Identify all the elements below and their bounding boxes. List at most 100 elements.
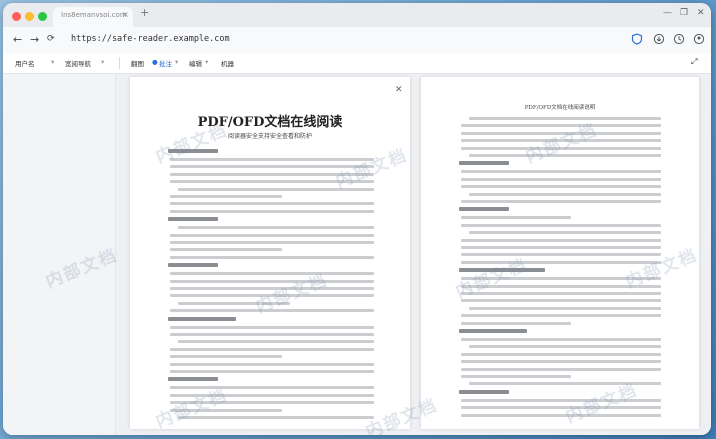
document-page-1: ✕ PDF/OFD文档在线阅读 阅读器安全支持安全查看和防护: [130, 77, 410, 429]
user-dropdown-icon[interactable]: ▾: [51, 58, 54, 66]
text-line: [170, 158, 374, 161]
text-line: [178, 416, 374, 419]
text-line: [461, 253, 661, 257]
text-line: [170, 287, 374, 290]
close-window-button[interactable]: [12, 12, 21, 21]
text-line: [461, 299, 661, 303]
fullscreen-icon[interactable]: ⤢: [691, 57, 697, 67]
text-line: [170, 195, 283, 198]
forward-button[interactable]: →: [30, 33, 39, 46]
text-line: [170, 408, 283, 412]
maximize-window-button[interactable]: [38, 12, 47, 21]
text-line: [170, 272, 374, 276]
text-line: [461, 223, 661, 227]
text-line: [461, 131, 661, 135]
close-icon[interactable]: ✕: [395, 85, 403, 95]
chevron-down-icon[interactable]: ▾: [101, 58, 104, 66]
text-line: [461, 246, 661, 249]
text-line: [461, 321, 571, 325]
text-line: [469, 117, 661, 120]
thumbnail-sidebar[interactable]: [3, 74, 116, 435]
text-line: [170, 241, 374, 244]
text-line: [170, 180, 374, 184]
text-line: [170, 362, 374, 366]
text-line: [459, 161, 509, 166]
text-line: [168, 217, 218, 222]
text-line: [170, 172, 374, 176]
document-title: PDF/OFD文档在线阅读: [197, 115, 343, 130]
tab-bar: Ins8emanvsoi.com × + — ❐ ✕: [3, 3, 711, 27]
document-subtitle: 阅读器安全支持安全查看和防护: [227, 133, 312, 140]
text-line: [168, 316, 236, 321]
text-line: [178, 340, 374, 344]
new-tab-button[interactable]: +: [140, 6, 149, 19]
text-line: [461, 238, 661, 242]
url-field[interactable]: https://safe-reader.example.com: [71, 34, 230, 44]
text-line: [461, 314, 661, 318]
text-line: [459, 207, 509, 212]
document-select[interactable]: 宽阅导航: [65, 58, 91, 68]
restore-icon[interactable]: ❐: [680, 8, 688, 18]
history-icon[interactable]: [673, 33, 685, 45]
text-line: [461, 139, 661, 143]
text-line: [461, 292, 661, 295]
text-line: [170, 393, 374, 397]
back-button[interactable]: ←: [13, 33, 22, 46]
tab-close-icon[interactable]: ×: [122, 10, 129, 19]
reload-button[interactable]: ⟳: [47, 34, 55, 44]
text-line: [461, 413, 661, 417]
text-line: [469, 154, 661, 157]
text-line: [461, 367, 661, 371]
text-line: [469, 382, 661, 386]
text-line: [178, 301, 291, 305]
toolbar-item-annotate-icon: ●: [152, 58, 158, 66]
text-line: [469, 345, 661, 349]
close-icon[interactable]: ✕: [697, 8, 705, 18]
document-page-2: PDF/OFD文档在线阅读说明: [421, 77, 699, 429]
tab-title: Ins8emanvsoi.com: [61, 11, 127, 19]
text-line: [170, 209, 374, 213]
download-icon[interactable]: [653, 33, 665, 45]
text-line: [459, 268, 545, 273]
text-line: [170, 370, 374, 373]
text-line: [170, 294, 374, 298]
account-icon[interactable]: [693, 33, 705, 45]
toolbar-item-edit[interactable]: 编辑: [189, 58, 202, 68]
text-line: [170, 233, 374, 237]
address-bar-row: ← → ⟳ https://safe-reader.example.com: [3, 27, 711, 54]
browser-tab[interactable]: Ins8emanvsoi.com ×: [53, 7, 133, 27]
text-line: [461, 216, 571, 220]
chevron-down-icon[interactable]: ▾: [205, 58, 208, 66]
text-line: [461, 124, 661, 128]
text-line: [459, 389, 509, 394]
text-line: [461, 185, 661, 189]
text-line: [461, 277, 661, 281]
text-line: [178, 226, 374, 230]
text-line: [170, 325, 374, 329]
text-line: [461, 284, 661, 288]
text-line: [170, 333, 374, 336]
text-line: [461, 398, 661, 402]
text-line: [461, 177, 661, 181]
text-line: [461, 360, 661, 364]
shield-icon[interactable]: [631, 33, 643, 45]
toolbar-item-flip[interactable]: 翻图: [131, 58, 144, 68]
text-line: [461, 260, 661, 264]
text-line: [469, 306, 661, 310]
text-line: [469, 192, 661, 196]
text-line: [170, 202, 374, 206]
text-line: [461, 338, 661, 341]
minimize-icon[interactable]: —: [663, 8, 672, 18]
text-line: [469, 231, 661, 235]
minimize-window-button[interactable]: [25, 12, 34, 21]
browser-window: Ins8emanvsoi.com × + — ❐ ✕ ← → ⟳ https:/…: [3, 3, 711, 435]
text-line: [178, 187, 374, 191]
toolbar-item-annotate[interactable]: 批注: [159, 58, 172, 68]
text-line: [461, 146, 661, 150]
chevron-down-icon[interactable]: ▾: [175, 58, 178, 66]
text-line: [461, 406, 661, 410]
text-line: [461, 170, 661, 174]
username-label: 用户名: [15, 60, 35, 68]
toolbar-item-machine[interactable]: 机器: [221, 58, 234, 68]
reader-content: ✕ PDF/OFD文档在线阅读 阅读器安全支持安全查看和防护 PDF/OFD文档…: [3, 74, 711, 435]
